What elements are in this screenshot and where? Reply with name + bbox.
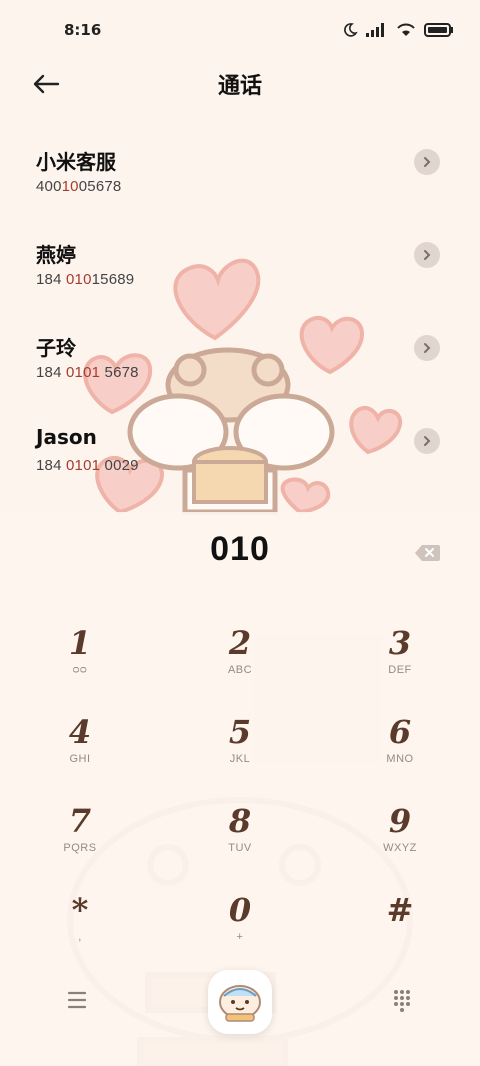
key-letters: WXYZ (383, 842, 417, 854)
contact-item[interactable]: 小米客服 4001005678 (0, 130, 480, 210)
key-digit: 1 (68, 624, 92, 662)
chevron-right-icon (424, 250, 431, 260)
key-digit: 9 (388, 802, 412, 840)
key-4[interactable]: 4 GHI (10, 713, 150, 793)
backspace-icon[interactable] (414, 544, 440, 562)
key-letters: ABC (227, 664, 253, 676)
key-digit: 8 (228, 802, 252, 840)
keypad-icon[interactable] (390, 988, 414, 1012)
key-9[interactable]: 9 WXYZ (330, 802, 470, 882)
menu-icon[interactable] (62, 988, 92, 1012)
dialed-number: 010 (210, 530, 270, 568)
key-letters: , (78, 931, 82, 943)
key-letters: JKL (229, 753, 251, 765)
chevron-right-icon (424, 436, 431, 446)
chevron-right-icon (424, 157, 431, 167)
key-digit: 6 (388, 713, 412, 751)
contact-name: Jason (36, 425, 97, 449)
status-icons (342, 22, 454, 38)
bottom-action-bar (0, 960, 480, 1040)
key-letters: PQRS (63, 842, 97, 854)
status-time: 8:16 (64, 21, 102, 39)
contact-number: 184 01015689 (36, 271, 135, 288)
signal-icon (366, 23, 384, 37)
key-0[interactable]: 0 + (170, 891, 310, 971)
contact-item[interactable]: Jason 184 0101 0029 (0, 409, 480, 489)
contact-detail-button[interactable] (414, 149, 440, 175)
key-digit: 5 (228, 713, 252, 751)
key-letters: + (236, 931, 244, 943)
key-hash[interactable]: # (330, 891, 470, 971)
key-6[interactable]: 6 MNO (330, 713, 470, 793)
key-2[interactable]: 2 ABC (170, 624, 310, 704)
key-letters: MNO (386, 753, 414, 765)
key-letters: GHI (69, 753, 91, 765)
wifi-icon (397, 23, 415, 36)
contact-name: 小米客服 (36, 150, 116, 174)
key-digit: 7 (68, 802, 92, 840)
battery-icon (424, 23, 453, 37)
voicemail-icon: ᴑᴑ (72, 664, 88, 676)
contact-item[interactable]: 燕婷 184 01015689 (0, 223, 480, 303)
moon-icon (344, 23, 358, 37)
key-1[interactable]: 1 ᴑᴑ (10, 624, 150, 704)
contact-detail-button[interactable] (414, 242, 440, 268)
contact-detail-button[interactable] (414, 428, 440, 454)
key-digit: 0 (228, 891, 252, 929)
key-letters: TUV (228, 842, 252, 854)
key-digit: # (386, 891, 414, 929)
key-digit: 2 (228, 624, 252, 662)
key-8[interactable]: 8 TUV (170, 802, 310, 882)
page-title: 通话 (217, 74, 262, 99)
chevron-right-icon (424, 343, 431, 353)
contact-item[interactable]: 子玲 184 0101 5678 (0, 316, 480, 396)
key-digit: 3 (388, 624, 412, 662)
header: 通话 (0, 62, 480, 112)
contact-number: 4001005678 (36, 178, 122, 195)
status-bar: 8:16 (0, 0, 480, 62)
contact-number: 184 0101 0029 (36, 457, 139, 474)
key-5[interactable]: 5 JKL (170, 713, 310, 793)
key-3[interactable]: 3 DEF (330, 624, 470, 704)
key-digit: * (71, 891, 89, 929)
contact-name: 子玲 (36, 336, 76, 360)
call-button[interactable] (208, 970, 272, 1034)
contact-number: 184 0101 5678 (36, 364, 139, 381)
contact-detail-button[interactable] (414, 335, 440, 361)
key-digit: 4 (68, 713, 92, 751)
contact-name: 燕婷 (36, 243, 76, 267)
key-7[interactable]: 7 PQRS (10, 802, 150, 882)
call-hamster-icon (219, 985, 261, 1022)
key-letters: DEF (388, 664, 412, 676)
key-star[interactable]: * , (10, 891, 150, 971)
